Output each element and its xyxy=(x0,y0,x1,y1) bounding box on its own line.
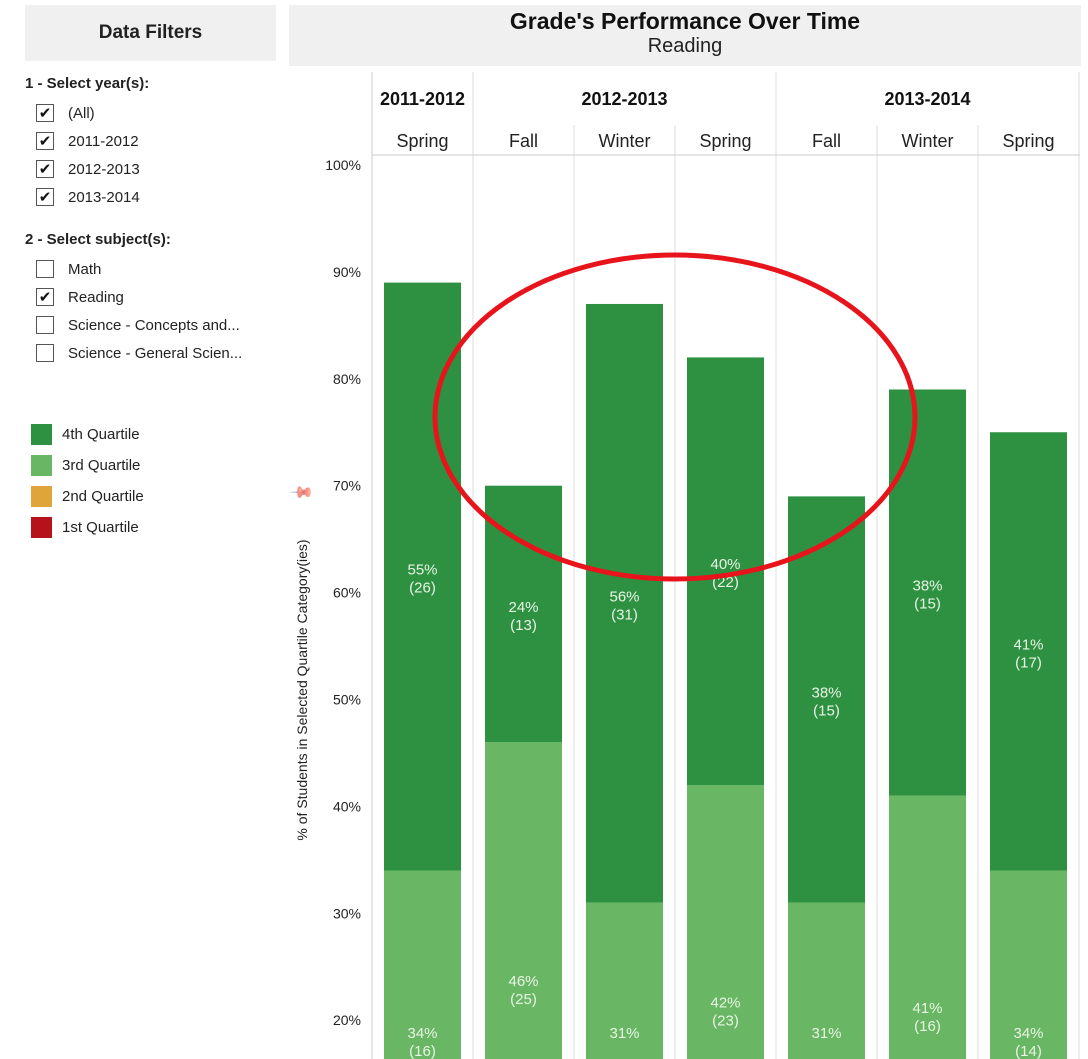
y-tick-label: 20% xyxy=(333,1012,361,1028)
data-label-percent: 41% xyxy=(912,1000,942,1017)
y-tick-label: 80% xyxy=(333,371,361,387)
season-header: Spring xyxy=(1002,131,1054,151)
season-header: Winter xyxy=(598,131,650,151)
data-label-percent: 24% xyxy=(508,599,538,616)
bar-segment-3rd-quartile xyxy=(485,742,562,1059)
y-tick-label: 60% xyxy=(333,585,361,601)
stacked-bar-chart: 2011-2012 2012-2013 2013-2014 Spring Fall Win… xyxy=(288,72,1080,1059)
season-header: Fall xyxy=(509,131,538,151)
data-label-count: (15) xyxy=(914,596,941,613)
data-label-count: (17) xyxy=(1015,654,1042,671)
season-header: Spring xyxy=(699,131,751,151)
data-label-percent: 46% xyxy=(508,973,538,990)
y-axis-label: % of Students in Selected Quartile Categ… xyxy=(294,539,310,840)
data-label-count: (26) xyxy=(409,580,436,597)
data-label-count: (25) xyxy=(510,991,537,1008)
y-tick-label: 90% xyxy=(333,264,361,280)
data-label-percent: 34% xyxy=(407,1025,437,1042)
y-tick-label: 70% xyxy=(333,478,361,494)
data-label-count: (16) xyxy=(409,1043,436,1059)
data-label-percent: 40% xyxy=(710,556,740,573)
data-label-percent: 56% xyxy=(609,588,639,605)
data-label-percent: 41% xyxy=(1013,636,1043,653)
y-tick-label: 100% xyxy=(325,157,361,173)
data-label-percent: 31% xyxy=(609,1025,639,1042)
data-label-percent: 31% xyxy=(811,1025,841,1042)
data-label-count: (16) xyxy=(914,1018,941,1035)
season-header: Fall xyxy=(812,131,841,151)
season-header: Spring xyxy=(396,131,448,151)
season-header: Winter xyxy=(901,131,953,151)
y-tick-label: 40% xyxy=(333,798,361,814)
year-header: 2012-2013 xyxy=(581,89,667,109)
data-label-count: (14) xyxy=(1015,1043,1042,1059)
data-label-percent: 34% xyxy=(1013,1025,1043,1042)
data-label-count: (31) xyxy=(611,606,638,623)
data-label-percent: 42% xyxy=(710,995,740,1012)
data-label-count: (23) xyxy=(712,1013,739,1030)
data-label-percent: 38% xyxy=(912,578,942,595)
year-header: 2011-2012 xyxy=(380,89,465,109)
y-tick-label: 50% xyxy=(333,692,361,708)
data-label-percent: 55% xyxy=(407,562,437,579)
data-label-percent: 38% xyxy=(811,685,841,702)
data-label-count: (13) xyxy=(510,617,537,634)
year-header: 2013-2014 xyxy=(884,89,970,109)
y-tick-label: 30% xyxy=(333,905,361,921)
pin-icon: 📌 xyxy=(288,479,316,507)
data-label-count: (15) xyxy=(813,703,840,720)
